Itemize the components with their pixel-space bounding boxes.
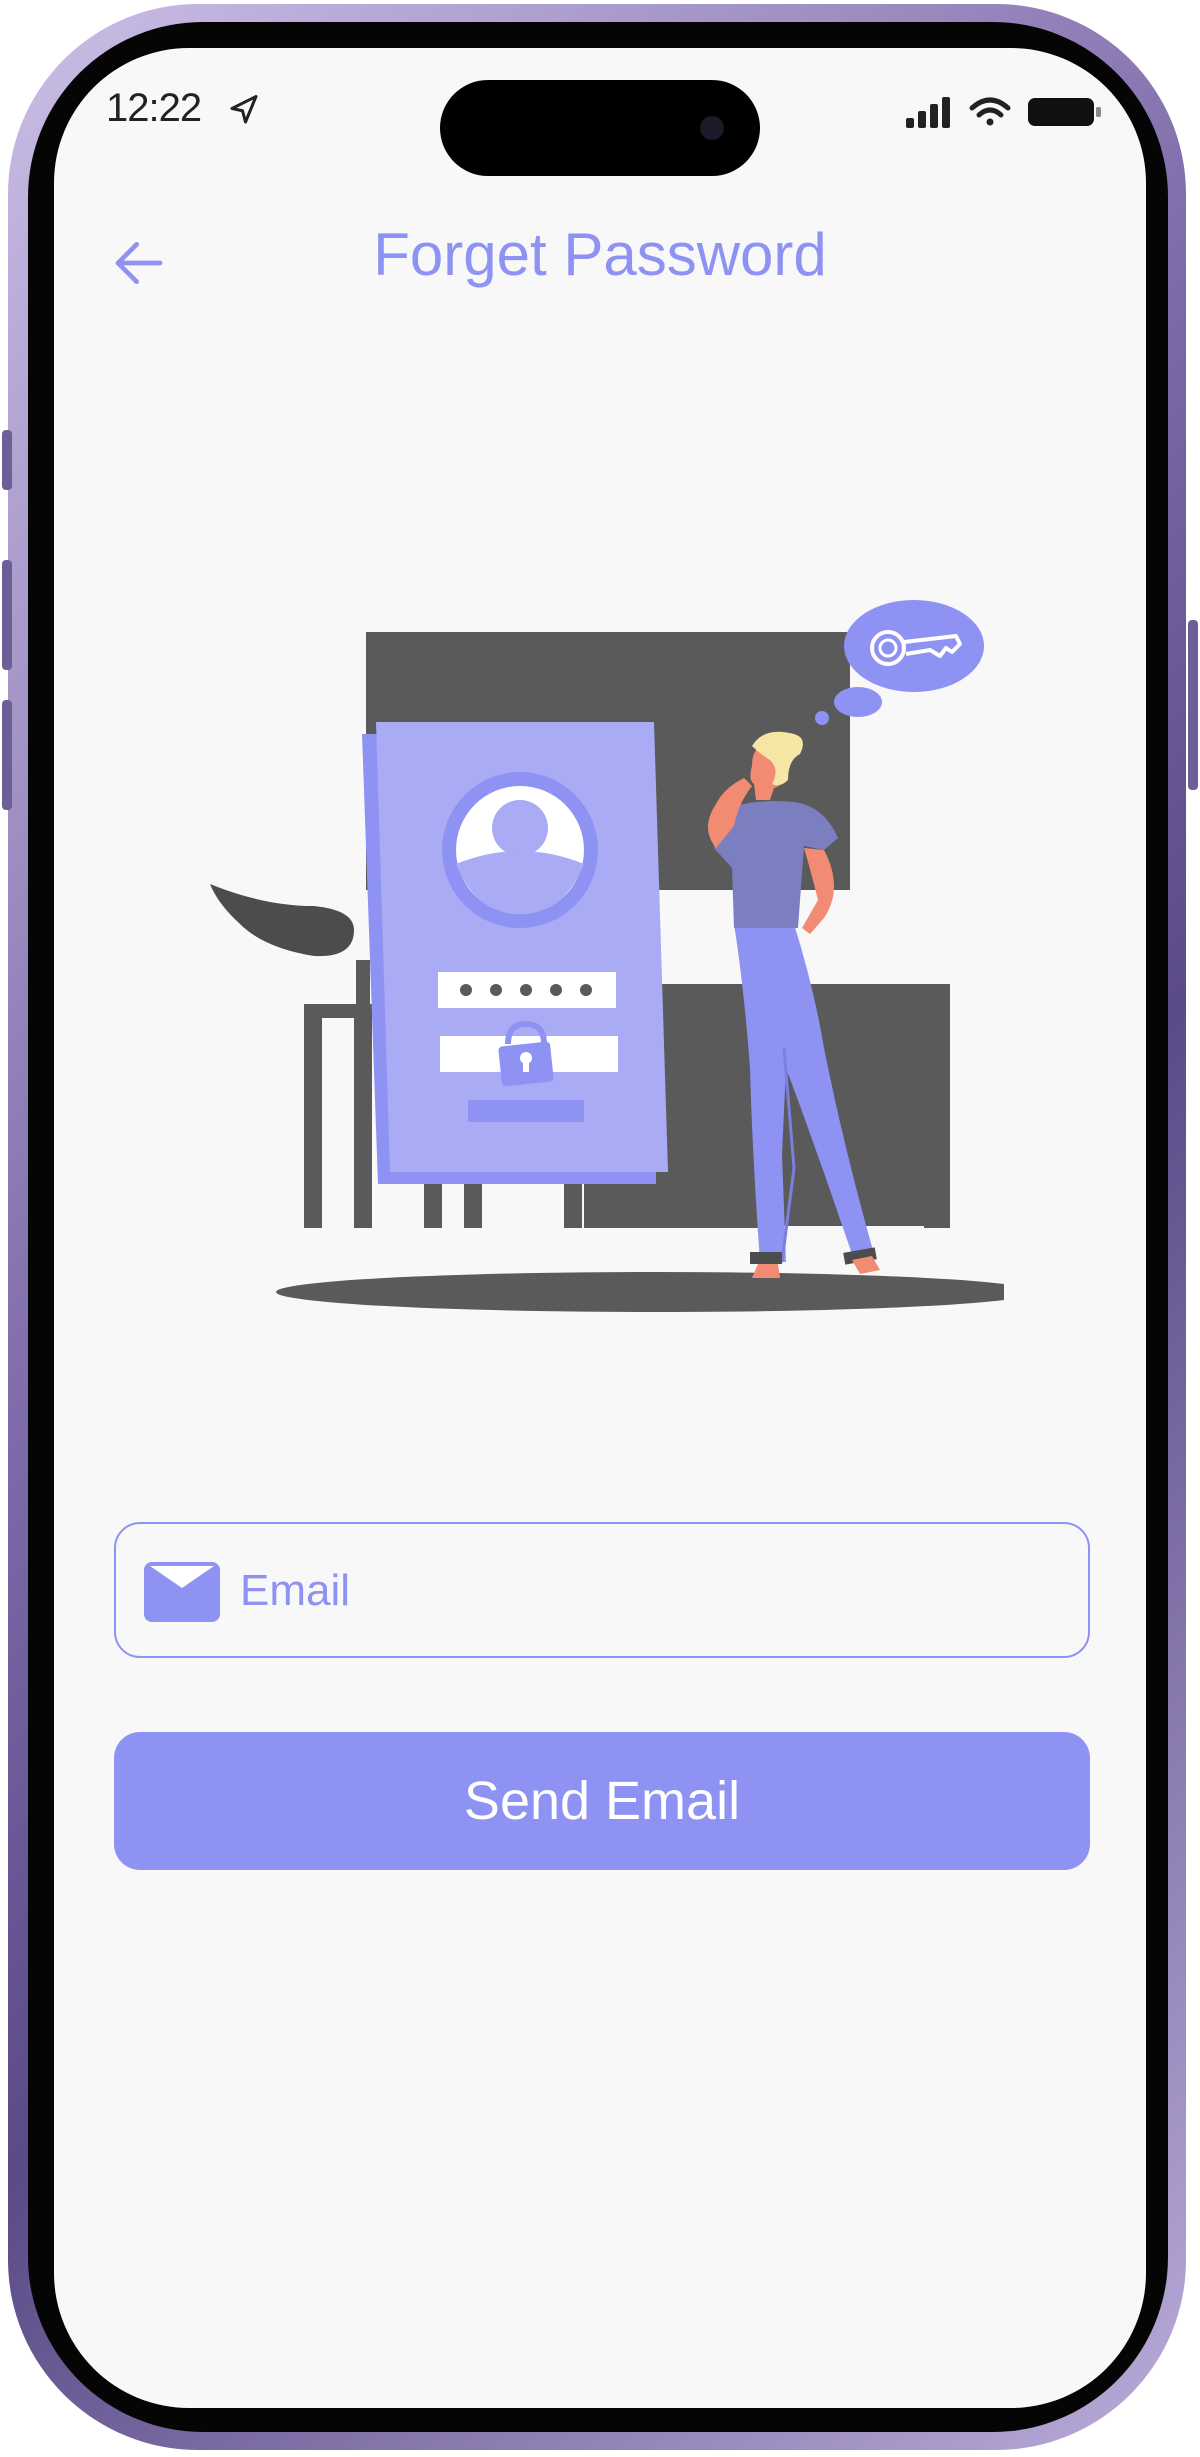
app-screen: 12:22 Forget Password Email Send Email — [54, 48, 1146, 2408]
location-arrow-icon — [230, 95, 258, 124]
envelope-icon — [144, 1562, 220, 1622]
person-thinking-key-login-illustration — [210, 600, 1004, 1312]
wifi-icon — [969, 97, 1011, 126]
volume-up-button — [2, 560, 12, 670]
camera-icon — [700, 116, 724, 140]
status-icons — [906, 97, 1101, 128]
send-email-button[interactable]: Send Email — [114, 1732, 1090, 1870]
volume-down-button — [2, 700, 12, 810]
action-button — [2, 430, 12, 490]
status-time: 12:22 — [106, 86, 202, 130]
power-button — [1188, 620, 1198, 790]
dynamic-island — [440, 80, 760, 176]
email-field[interactable]: Email — [114, 1522, 1090, 1658]
battery-icon — [1028, 98, 1101, 126]
email-placeholder: Email — [240, 1566, 351, 1615]
page-title: Forget Password — [373, 221, 827, 288]
cellular-signal-icon — [906, 97, 950, 128]
